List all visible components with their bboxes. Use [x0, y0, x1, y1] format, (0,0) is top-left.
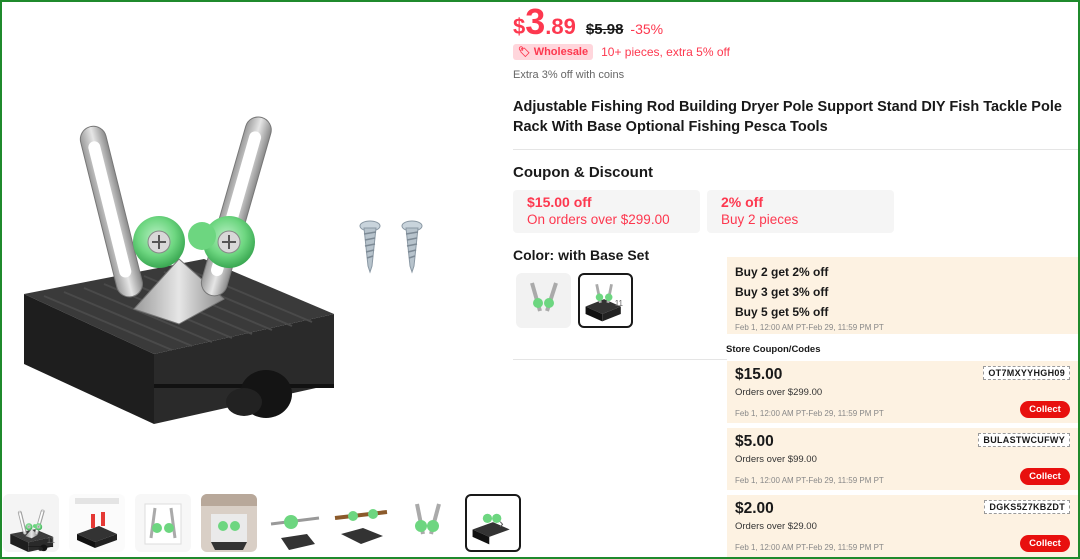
promo-line: Buy 2 get 2% off — [735, 265, 829, 279]
original-price: $5.98 — [585, 21, 624, 38]
thumbnail-6[interactable] — [333, 494, 389, 552]
store-coupon-condition: Orders over $99.00 — [735, 454, 817, 465]
store-coupon: $15.00 Orders over $299.00 OT7MXYYHGH09 … — [727, 361, 1078, 423]
store-coupon-date: Feb 1, 12:00 AM PT-Feb 29, 11:59 PM PT — [735, 409, 884, 418]
discount-percent: -35% — [630, 21, 664, 37]
store-coupons-heading: Store Coupon/Codes — [726, 344, 821, 355]
coupon-code[interactable]: BULASTWCUFWY — [978, 433, 1070, 447]
price-currency: $ — [513, 14, 526, 39]
thumbnail-7[interactable] — [399, 494, 455, 552]
wholesale-text: 10+ pieces, extra 5% off — [601, 45, 730, 59]
divider — [513, 359, 727, 360]
coupon-condition: On orders over $299.00 — [527, 212, 670, 227]
wholesale-badge: 🏷 Wholesale — [513, 44, 594, 60]
thumbnail-4[interactable] — [201, 494, 257, 552]
thumbnail-5[interactable] — [267, 494, 323, 552]
store-coupon: $2.00 Orders over $29.00 DGKS5Z7KBZDT Fe… — [727, 495, 1078, 557]
divider — [513, 149, 1080, 150]
collect-button[interactable]: Collect — [1020, 468, 1070, 485]
coupon-amount: $15.00 off — [527, 194, 592, 210]
promo-date: Feb 1, 12:00 AM PT-Feb 29, 11:59 PM PT — [735, 323, 884, 332]
thumbnail-1[interactable]: 11 — [3, 494, 59, 552]
wholesale-row: 🏷 Wholesale 10+ pieces, extra 5% off — [513, 44, 730, 60]
thumbnail-3[interactable] — [135, 494, 191, 552]
thumbnail-2[interactable] — [69, 494, 125, 552]
collect-button[interactable]: Collect — [1020, 401, 1070, 418]
coupon-card[interactable]: 2% off Buy 2 pieces — [707, 190, 894, 233]
thumbnail-count: 11 — [46, 536, 55, 545]
coupon-card[interactable]: $15.00 off On orders over $299.00 — [513, 190, 700, 233]
main-product-image[interactable] — [4, 4, 490, 490]
product-title: Adjustable Fishing Rod Building Dryer Po… — [513, 99, 1062, 135]
color-heading: Color: with Base Set — [513, 247, 650, 263]
coupon-code[interactable]: DGKS5Z7KBZDT — [984, 500, 1070, 514]
store-coupon-date: Feb 1, 12:00 AM PT-Feb 29, 11:59 PM PT — [735, 476, 884, 485]
coupon-heading: Coupon & Discount — [513, 164, 653, 181]
price-row: $ 3 .89 $5.98 -35% — [513, 4, 663, 44]
chevron-right-icon[interactable]: › — [499, 516, 513, 530]
thumbnail-strip: 11 › — [0, 494, 521, 556]
bulk-discount-box: Buy 2 get 2% off Buy 3 get 3% off Buy 5 … — [727, 257, 1078, 334]
color-swatch-without-base[interactable] — [516, 273, 571, 328]
price-integer: 3 — [525, 1, 546, 42]
wholesale-badge-label: Wholesale — [533, 46, 589, 58]
coupon-condition: Buy 2 pieces — [721, 212, 799, 227]
store-coupon: $5.00 Orders over $99.00 BULASTWCUFWY Fe… — [727, 428, 1078, 490]
store-coupon-condition: Orders over $29.00 — [735, 521, 817, 532]
collect-button[interactable]: Collect — [1020, 535, 1070, 552]
store-coupon-condition: Orders over $299.00 — [735, 387, 823, 398]
coupon-amount: 2% off — [721, 194, 763, 210]
promo-line: Buy 3 get 3% off — [735, 285, 829, 299]
store-coupon-date: Feb 1, 12:00 AM PT-Feb 29, 11:59 PM PT — [735, 543, 884, 552]
coupon-code[interactable]: OT7MXYYHGH09 — [983, 366, 1070, 380]
thumbnail-8[interactable]: › — [465, 494, 521, 552]
price-decimal: .89 — [545, 14, 576, 39]
tag-icon: 🏷 — [518, 46, 531, 58]
coins-text: Extra 3% off with coins — [513, 69, 625, 81]
swatch-count: 11 — [614, 299, 623, 308]
color-swatch-with-base[interactable]: 11 — [578, 273, 633, 328]
promo-line: Buy 5 get 5% off — [735, 305, 829, 319]
